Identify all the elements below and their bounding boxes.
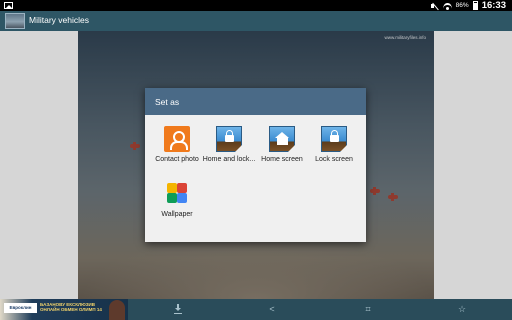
star-icon[interactable]: ☆ (457, 304, 467, 314)
status-bar: 86% 16:33 (0, 0, 512, 11)
option-label: Lock screen (315, 156, 353, 163)
house-icon (275, 132, 289, 145)
lock-icon (330, 130, 339, 142)
lock-icon (225, 130, 234, 142)
ad-text: БАЗАНОВУ ЕКСКЛЮЗИВ ОНЛАЙН ОБМЕН ОЛИМП 14 (40, 302, 102, 312)
ad-logo: Евроклин (4, 303, 37, 313)
jet-plane-image (370, 187, 380, 195)
dialog-title: Set as (155, 97, 180, 107)
crop-icon[interactable]: ⌗ (363, 304, 373, 314)
option-label: Home screen (261, 156, 303, 163)
clock: 16:33 (481, 0, 506, 11)
screen: 86% 16:33 Military vehicles www.military… (0, 0, 512, 320)
status-indicators: 86% 16:33 (430, 0, 506, 11)
option-contact-photo[interactable]: Contact photo (150, 115, 204, 175)
ad-person-image (109, 300, 125, 320)
option-home-and-lock-screen[interactable]: Home and lock... (202, 115, 256, 175)
photo-watermark: www.militaryfiles.info (384, 35, 426, 40)
option-label: Home and lock... (202, 156, 256, 163)
gallery-notification-icon (4, 2, 13, 9)
lock-screen-icon (321, 126, 347, 152)
share-icon[interactable]: < (267, 304, 277, 314)
jet-plane-image (388, 193, 398, 201)
app-icon[interactable] (5, 13, 25, 29)
wifi-icon (442, 2, 452, 10)
contact-icon (164, 126, 190, 152)
ad-banner[interactable]: Евроклин БАЗАНОВУ ЕКСКЛЮЗИВ ОНЛАЙН ОБМЕН… (0, 299, 128, 320)
option-wallpaper[interactable]: Wallpaper (150, 170, 204, 230)
download-icon[interactable] (173, 304, 183, 314)
option-label: Wallpaper (161, 211, 193, 218)
mute-icon (430, 2, 439, 10)
option-label: Contact photo (155, 156, 199, 163)
dialog-body: Contact photo Home and lock... Home scre… (145, 115, 366, 242)
home-screen-icon (269, 126, 295, 152)
action-bar: Military vehicles (0, 11, 512, 31)
bottom-toolbar: Евроклин БАЗАНОВУ ЕКСКЛЮЗИВ ОНЛАЙН ОБМЕН… (0, 299, 512, 320)
option-lock-screen[interactable]: Lock screen (307, 115, 361, 175)
dialog-header: Set as (145, 88, 366, 115)
battery-icon (472, 1, 478, 10)
set-as-dialog: Set as Contact photo Home and lock... Ho… (145, 88, 366, 242)
wallpaper-icon (164, 181, 190, 207)
home-lock-screen-icon (216, 126, 242, 152)
option-home-screen[interactable]: Home screen (255, 115, 309, 175)
jet-plane-image (130, 142, 140, 150)
battery-percent: 86% (455, 2, 469, 9)
app-title: Military vehicles (29, 15, 89, 25)
